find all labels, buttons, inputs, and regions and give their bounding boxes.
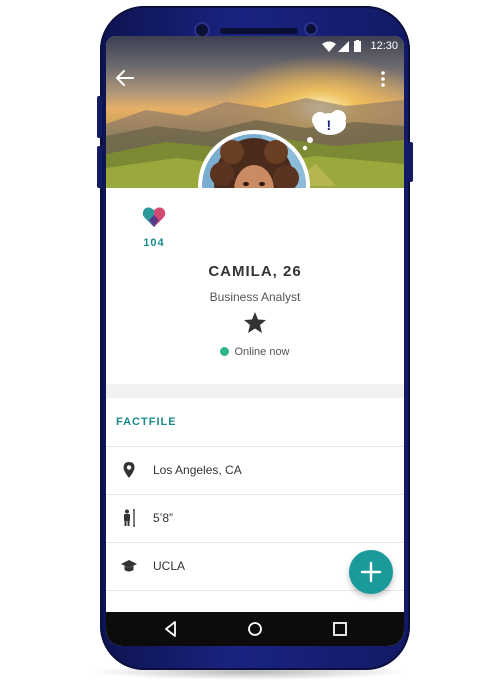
graduation-cap-icon bbox=[121, 560, 137, 572]
sensor bbox=[306, 24, 316, 34]
nav-back-icon[interactable] bbox=[162, 620, 180, 638]
thought-bubble-alert-icon[interactable]: ! bbox=[302, 106, 350, 152]
back-arrow-icon[interactable] bbox=[116, 70, 134, 86]
location-pin-icon bbox=[123, 462, 135, 478]
nav-recents-icon[interactable] bbox=[331, 620, 349, 638]
online-status-label: Online now bbox=[234, 346, 290, 358]
fact-height: 5’8” bbox=[153, 511, 174, 525]
status-time: 12:30 bbox=[370, 40, 398, 52]
plus-icon bbox=[360, 561, 382, 583]
online-indicator bbox=[220, 347, 230, 356]
status-bar: 12:30 bbox=[106, 36, 404, 58]
battery-icon bbox=[354, 40, 361, 52]
section-divider bbox=[106, 384, 404, 398]
star-icon[interactable] bbox=[244, 312, 266, 333]
height-icon bbox=[124, 509, 135, 527]
volume-button bbox=[97, 96, 102, 138]
screen: 12:30 ! 104 CAMILA, 26 Business Analyst … bbox=[106, 36, 404, 646]
profile-job: Business Analyst bbox=[209, 290, 301, 304]
system-nav-bar bbox=[106, 612, 404, 646]
profile-name: CAMILA, 26 bbox=[208, 263, 302, 280]
stage: 12:30 ! 104 CAMILA, 26 Business Analyst … bbox=[0, 0, 500, 700]
wifi-icon bbox=[322, 41, 336, 52]
online-status: Online now bbox=[106, 346, 404, 358]
factfile-title: FACTFILE bbox=[116, 416, 177, 428]
fact-row-height[interactable]: 5’8” bbox=[106, 494, 404, 542]
svg-text:!: ! bbox=[327, 117, 332, 133]
front-camera bbox=[196, 24, 208, 36]
heart-icon bbox=[142, 207, 166, 227]
match-score[interactable]: 104 bbox=[134, 206, 174, 249]
phone-frame: 12:30 ! 104 CAMILA, 26 Business Analyst … bbox=[97, 6, 413, 670]
add-fab-button[interactable] bbox=[349, 550, 393, 594]
power-button bbox=[408, 142, 413, 182]
score-value: 104 bbox=[143, 237, 165, 249]
earpiece-speaker bbox=[220, 28, 298, 34]
fact-location: Los Angeles, CA bbox=[153, 463, 242, 477]
fact-education: UCLA bbox=[153, 559, 186, 573]
nav-home-icon[interactable] bbox=[246, 620, 264, 638]
signal-icon bbox=[338, 41, 349, 52]
fact-row-location[interactable]: Los Angeles, CA bbox=[106, 446, 404, 494]
profile-content: 104 CAMILA, 26 Business Analyst Online n… bbox=[106, 188, 404, 608]
more-vert-icon[interactable] bbox=[380, 71, 386, 87]
volume-button-lower bbox=[97, 146, 102, 188]
